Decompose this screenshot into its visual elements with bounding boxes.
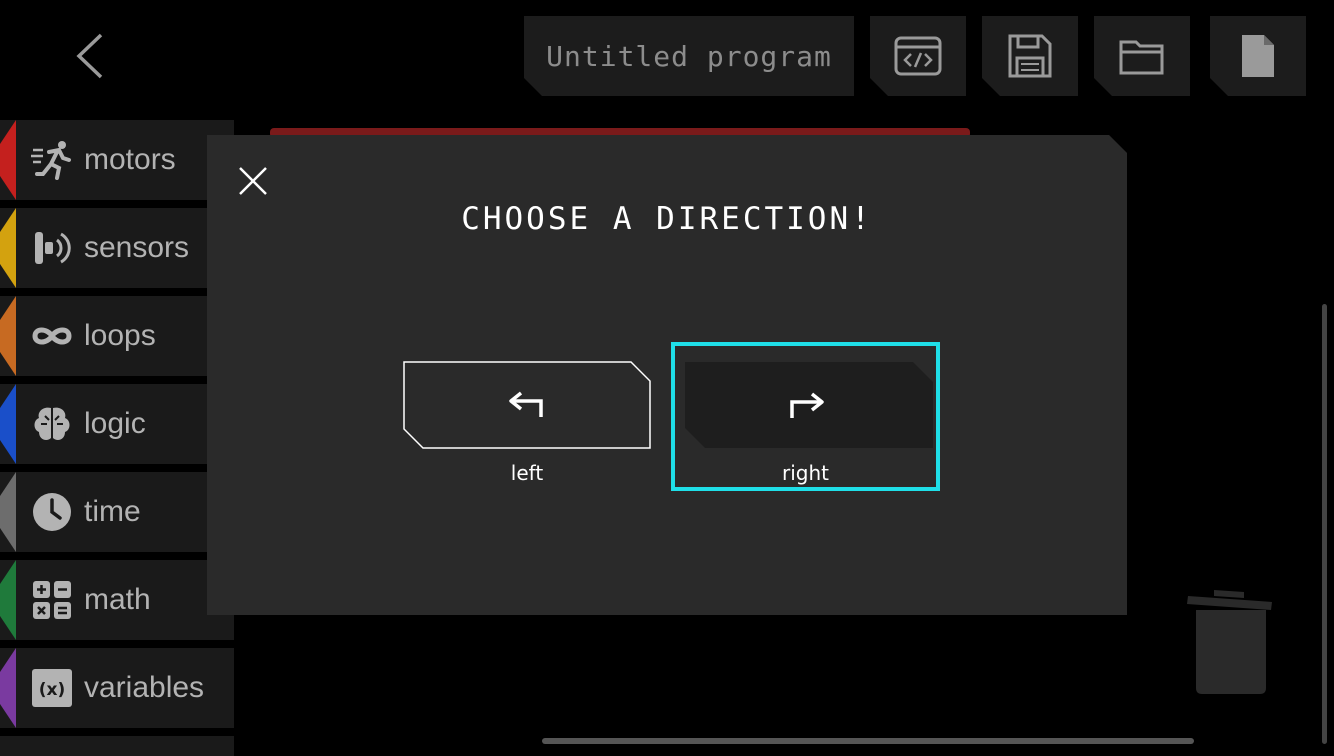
code-icon [894,36,942,76]
code-view-button[interactable] [870,16,966,96]
category-motors[interactable]: motors [0,120,234,200]
option-label: left [510,461,544,485]
category-logic[interactable]: logic [0,384,234,464]
file-icon [1240,33,1276,79]
category-label: sensors [84,231,190,264]
program-title-field[interactable]: Untitled program [524,16,854,96]
chevron-left-icon [76,33,103,79]
category-math[interactable]: math [0,560,234,640]
category-color-tab [0,472,16,552]
category-label: logic [84,407,146,440]
direction-option-left[interactable]: left [403,361,651,491]
category-color-tab [0,560,16,640]
program-title: Untitled program [546,39,832,73]
turn-left-arrow-icon [507,389,547,421]
close-icon [238,166,268,196]
home-indicator-bar[interactable] [542,738,1194,744]
category-color-tab [0,648,16,728]
category-label: math [84,583,151,616]
category-color-tab [0,296,16,376]
category-sensors[interactable]: sensors [0,208,234,288]
category-label: time [84,495,141,528]
category-label: motors [84,143,176,176]
category-loops[interactable]: loops [0,296,234,376]
sensor-icon [30,228,74,268]
category-color-tab [0,208,16,288]
close-button[interactable] [233,161,273,201]
save-button[interactable] [982,16,1078,96]
calculator-icon [30,580,74,620]
category-label: loops [84,319,156,352]
category-more[interactable] [0,736,234,756]
category-label: variables [84,671,205,704]
svg-text:(x): (x) [39,680,66,700]
new-file-button[interactable] [1210,16,1306,96]
infinity-loop-icon [30,316,74,356]
category-color-tab [0,120,16,200]
back-button[interactable] [62,28,118,84]
trash-can-icon[interactable] [1186,580,1276,696]
turn-right-arrow-icon [786,390,826,422]
open-folder-button[interactable] [1094,16,1190,96]
variable-x-icon: (x) [30,668,74,708]
clock-icon [30,492,74,532]
direction-dialog: CHOOSE A DIRECTION! left right [207,135,1127,615]
folder-icon [1118,36,1166,76]
category-color-tab [0,384,16,464]
option-label: right [782,461,829,485]
category-variables[interactable]: (x) variables [0,648,234,728]
floppy-disk-icon [1007,33,1053,79]
direction-option-right[interactable]: right [671,342,940,491]
vertical-scrollbar[interactable] [1322,304,1327,744]
category-time[interactable]: time [0,472,234,552]
dialog-title: CHOOSE A DIRECTION! [461,201,873,237]
brain-icon [30,404,74,444]
running-person-icon [30,140,74,180]
